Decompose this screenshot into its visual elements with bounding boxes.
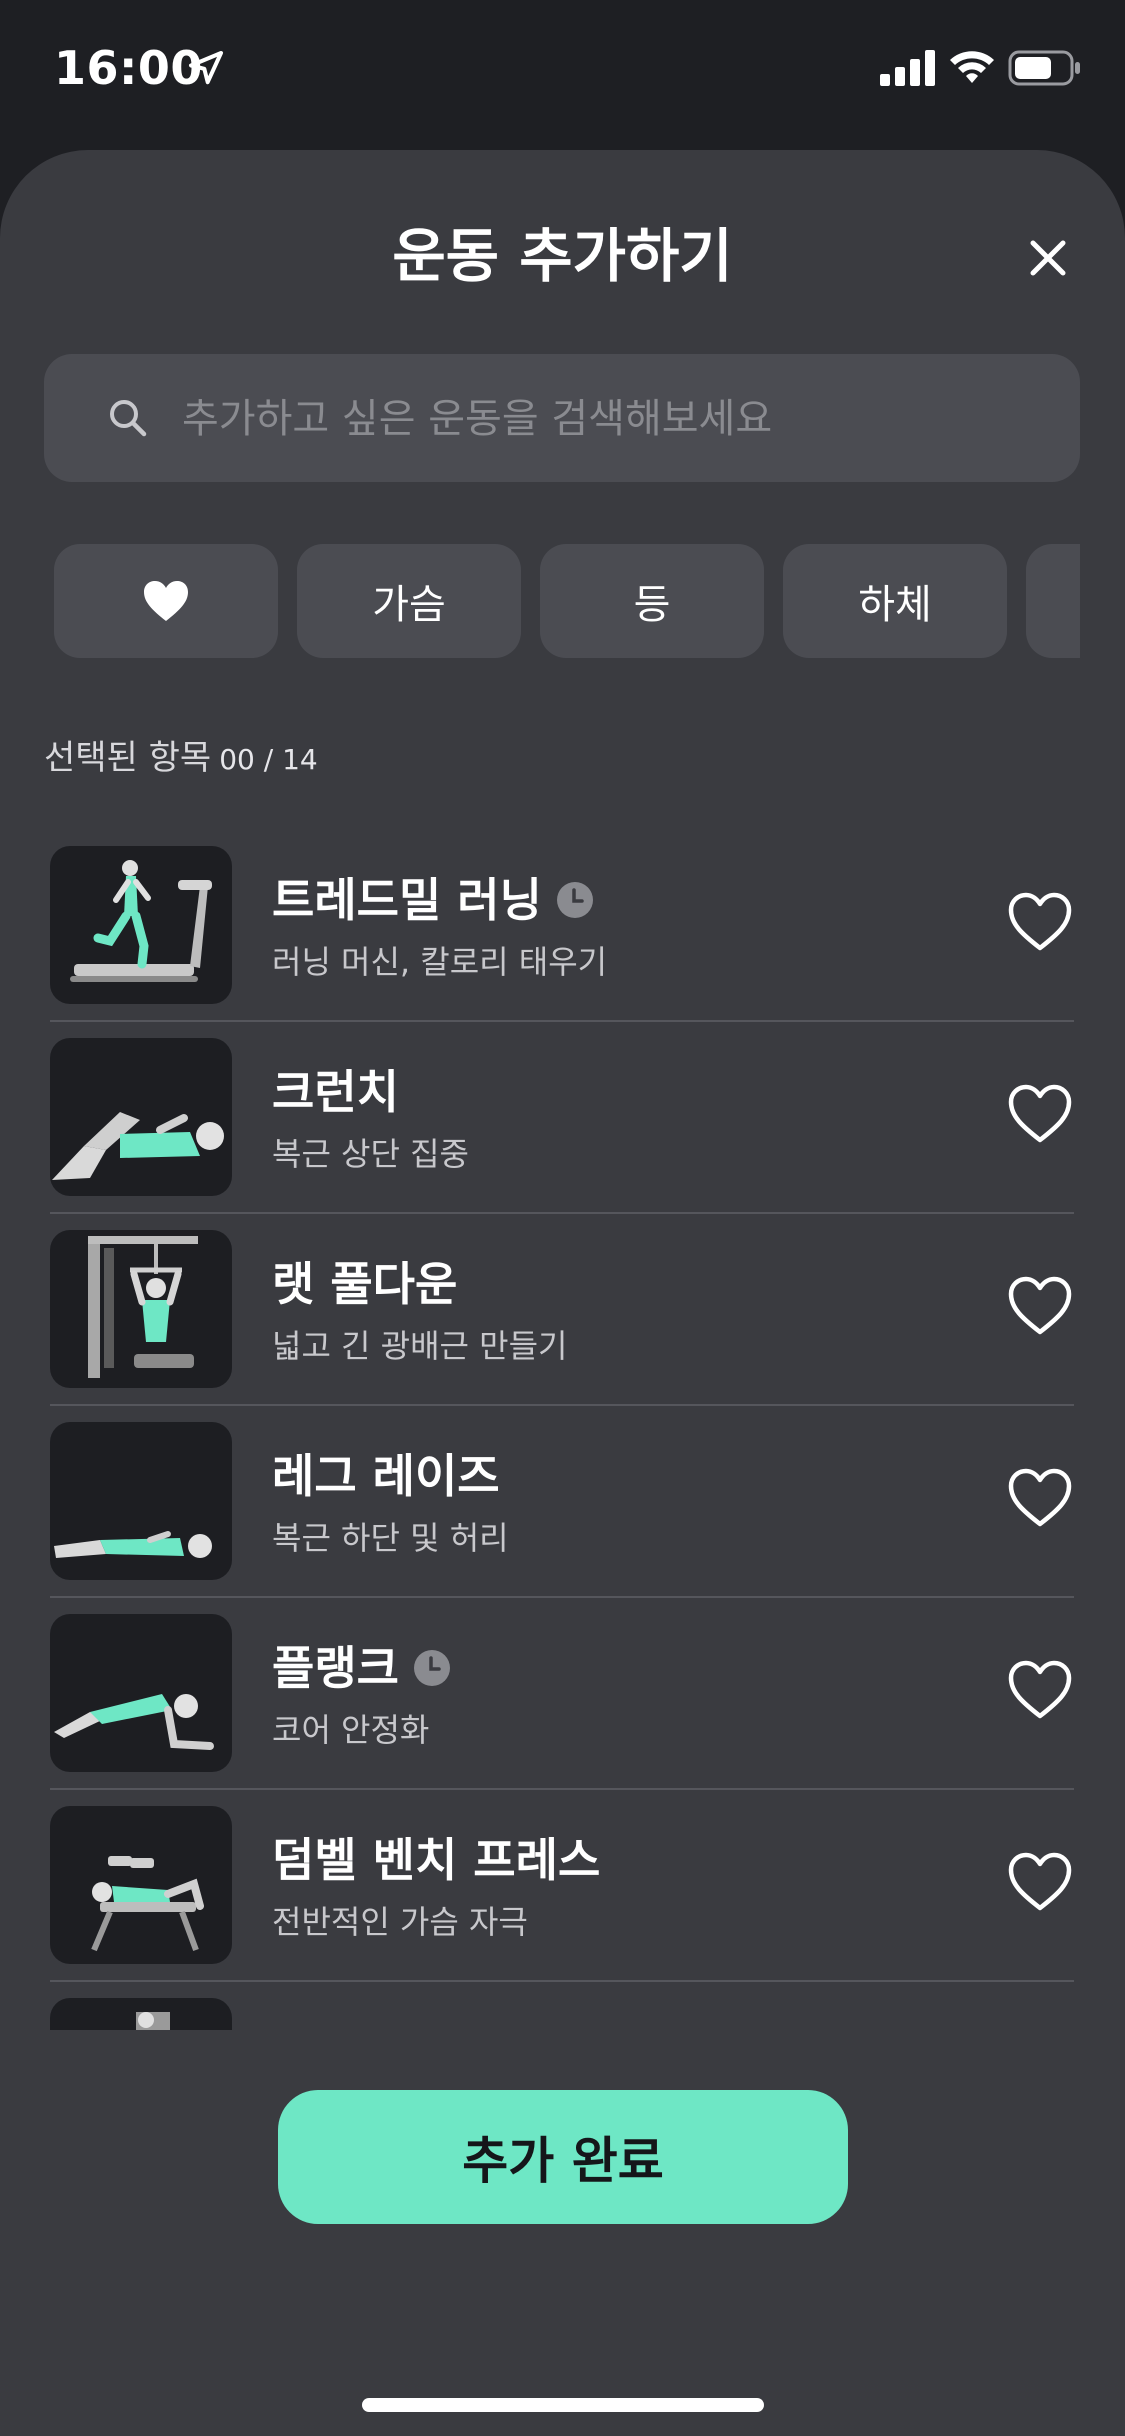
exercise-title: 덤벨 벤치 프레스	[272, 1830, 600, 1890]
clock-icon	[556, 882, 593, 918]
exercise-title-text: 트레드밀 러닝	[272, 873, 542, 927]
add-exercise-sheet: 운동 추가하기 가슴 등 하체 선택된 항목00	[0, 150, 1125, 2436]
home-indicator	[362, 2398, 764, 2412]
category-chip-chest[interactable]: 가슴	[297, 544, 521, 658]
exercise-title: 크런치	[272, 1062, 399, 1122]
exercise-subtitle: 코어 안정화	[272, 1711, 430, 1749]
exercise-title: 플랭크	[272, 1638, 451, 1698]
selected-count-value: 00 / 14	[219, 743, 318, 776]
category-filter: 가슴 등 하체	[54, 544, 1080, 660]
heart-outline-icon[interactable]	[1006, 1274, 1074, 1338]
selected-count-label: 선택된 항목	[44, 738, 212, 778]
status-time: 16:00	[54, 41, 203, 95]
exercise-item[interactable]: 플랭크 코어 안정화	[0, 1598, 1125, 1790]
exercise-thumbnail	[50, 1806, 232, 1964]
exercise-title: 랫 풀다운	[272, 1254, 457, 1314]
exercise-thumbnail	[50, 1614, 232, 1772]
exercise-item[interactable]: 랫 풀다운 넓고 긴 광배근 만들기	[0, 1214, 1125, 1406]
list-fade	[0, 2030, 1125, 2070]
heart-outline-icon[interactable]	[1006, 1658, 1074, 1722]
search-bar[interactable]	[44, 354, 1080, 482]
clock-icon	[413, 1650, 450, 1686]
exercise-subtitle: 복근 하단 및 허리	[272, 1519, 509, 1557]
battery-icon	[1008, 50, 1080, 86]
exercise-item[interactable]: 트레드밀 러닝 러닝 머신, 칼로리 태우기	[0, 830, 1125, 1022]
search-input[interactable]	[180, 380, 1044, 458]
exercise-item[interactable]: 레그 레이즈 복근 하단 및 허리	[0, 1406, 1125, 1598]
exercise-subtitle: 전반적인 가슴 자극	[272, 1903, 528, 1941]
sheet-title: 운동 추가하기	[392, 222, 733, 290]
category-chip-more[interactable]	[1026, 544, 1080, 658]
exercise-subtitle: 복근 상단 집중	[272, 1135, 469, 1173]
category-chip-back[interactable]: 등	[540, 544, 764, 658]
exercise-title: 레그 레이즈	[272, 1446, 500, 1506]
selected-count: 선택된 항목 00 / 14	[44, 736, 318, 782]
add-complete-button[interactable]: 추가 완료	[278, 2090, 848, 2224]
heart-outline-icon[interactable]	[1006, 1466, 1074, 1530]
exercise-thumbnail	[50, 1038, 232, 1196]
exercise-title-text: 랫 풀다운	[272, 1257, 458, 1311]
close-icon	[1030, 240, 1066, 276]
exercise-subtitle: 넓고 긴 광배근 만들기	[272, 1327, 568, 1365]
exercise-title-text: 덤벨 벤치 프레스	[272, 1833, 601, 1887]
heart-icon	[144, 581, 188, 621]
location-arrow-icon	[189, 51, 223, 85]
exercise-title: 트레드밀 러닝	[272, 870, 594, 930]
heart-outline-icon[interactable]	[1006, 1082, 1074, 1146]
screen: 16:00 운동 추가하기 추가하고 싶은 운동을 검색해보세요 가슴 등 하체…	[0, 0, 1125, 2436]
category-chip-legs[interactable]: 하체	[783, 544, 1007, 658]
search-icon	[110, 400, 147, 437]
exercise-title-text: 플랭크	[272, 1641, 399, 1695]
exercise-list: 트레드밀 러닝 러닝 머신, 칼로리 태우기 크런치 복근 상단 집중 랫 풀다…	[0, 830, 1125, 2038]
exercise-title-text: 레그 레이즈	[272, 1449, 500, 1503]
exercise-subtitle: 러닝 머신, 칼로리 태우기	[272, 943, 608, 981]
exercise-thumbnail	[50, 1422, 232, 1580]
exercise-title-text: 크런치	[272, 1065, 399, 1119]
heart-outline-icon[interactable]	[1006, 890, 1074, 954]
close-button[interactable]	[1020, 230, 1076, 286]
cellular-signal-icon	[880, 50, 935, 86]
category-chip-favorites[interactable]	[54, 544, 278, 658]
status-bar: 16:00	[0, 0, 1125, 140]
exercise-item[interactable]: 덤벨 벤치 프레스 전반적인 가슴 자극	[0, 1790, 1125, 1982]
wifi-icon	[950, 51, 994, 83]
exercise-thumbnail	[50, 846, 232, 1004]
exercise-thumbnail	[50, 1230, 232, 1388]
heart-outline-icon[interactable]	[1006, 1850, 1074, 1914]
exercise-item[interactable]: 크런치 복근 상단 집중	[0, 1022, 1125, 1214]
